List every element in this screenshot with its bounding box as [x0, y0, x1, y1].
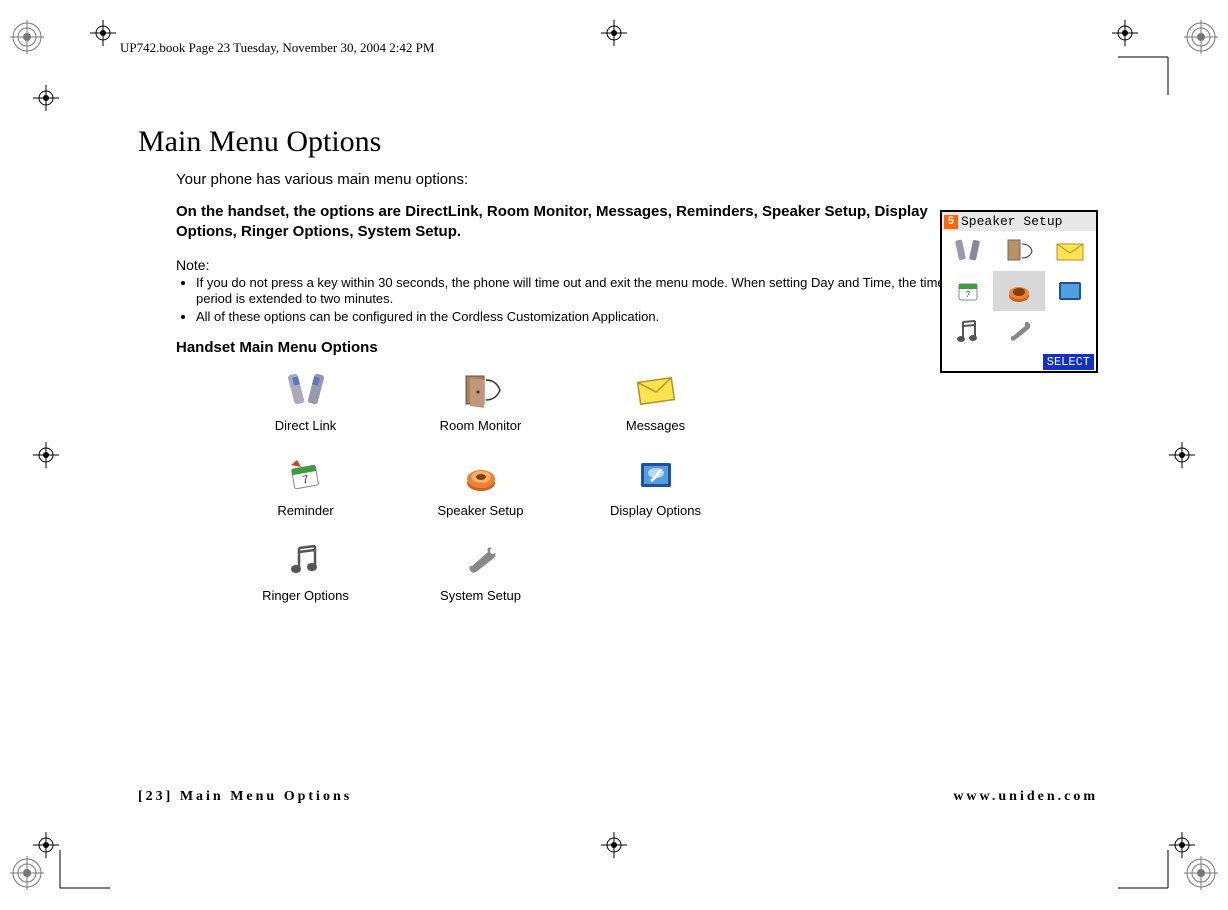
envelope-icon — [568, 366, 743, 414]
page-header-info: UP742.book Page 23 Tuesday, November 30,… — [120, 40, 434, 56]
menu-item-system-setup: System Setup — [393, 536, 568, 603]
page-title: Main Menu Options — [138, 125, 1098, 159]
menu-item-room-monitor: Room Monitor — [393, 366, 568, 433]
screen-icon-music — [942, 311, 993, 351]
music-note-icon — [218, 536, 393, 584]
crop-corner-icon — [1118, 55, 1178, 100]
page-content: Main Menu Options Your phone has various… — [138, 125, 1098, 621]
menu-item-reminder: 7 Reminder — [218, 451, 393, 518]
menu-label: Messages — [626, 418, 685, 433]
handset-options-text: On the handset, the options are DirectLi… — [176, 202, 956, 243]
screen-icon-empty — [1045, 311, 1096, 351]
calendar-icon: 7 — [218, 451, 393, 499]
crop-mark-icon — [1184, 856, 1218, 890]
menu-item-display-options: Display Options — [568, 451, 743, 518]
menu-item-speaker-setup: Speaker Setup — [393, 451, 568, 518]
page-footer: [23] Main Menu Options www.uniden.com — [138, 789, 1098, 805]
register-mark-icon — [601, 20, 627, 46]
screen-icon-door — [993, 231, 1044, 271]
screen-icon-phones — [942, 231, 993, 271]
crop-mark-icon — [1184, 20, 1218, 54]
register-mark-icon — [90, 20, 116, 46]
screen-title: Speaker Setup — [961, 214, 1062, 229]
crop-mark-icon — [10, 20, 44, 54]
phones-icon — [218, 366, 393, 414]
wrench-icon — [393, 536, 568, 584]
menu-label: Display Options — [610, 503, 701, 518]
screen-icon-display — [1045, 271, 1096, 311]
notes-list: If you do not press a key within 30 seco… — [176, 275, 976, 326]
crop-corner-icon — [1118, 850, 1178, 895]
screen-icon-calendar: 7 — [942, 271, 993, 311]
door-icon — [393, 366, 568, 414]
menu-label: Direct Link — [275, 418, 336, 433]
select-softkey: SELECT — [1043, 354, 1094, 370]
menu-item-messages: Messages — [568, 366, 743, 433]
footer-left: [23] Main Menu Options — [138, 789, 352, 805]
menu-label: Reminder — [277, 503, 333, 518]
register-mark-icon — [33, 442, 59, 468]
register-mark-icon — [33, 85, 59, 111]
crop-corner-icon — [50, 850, 110, 895]
menu-item-ringer-options: Ringer Options — [218, 536, 393, 603]
crop-mark-icon — [10, 856, 44, 890]
menu-index-badge: 5 — [944, 215, 958, 229]
menu-label: Room Monitor — [440, 418, 522, 433]
intro-text: Your phone has various main menu options… — [176, 171, 1098, 188]
svg-text:7: 7 — [966, 290, 970, 299]
register-mark-icon — [601, 832, 627, 858]
menu-label: Speaker Setup — [437, 503, 523, 518]
menu-icon-grid: Direct Link Room Monitor Messages 7 Remi… — [218, 366, 1098, 603]
screen-icon-speaker-selected — [993, 271, 1044, 311]
handset-screen-preview: 5 Speaker Setup 7 SELECT — [940, 210, 1098, 373]
screen-icon-envelope — [1045, 231, 1096, 271]
note-item: All of these options can be configured i… — [196, 309, 976, 325]
display-icon — [568, 451, 743, 499]
menu-item-direct-link: Direct Link — [218, 366, 393, 433]
note-item: If you do not press a key within 30 seco… — [196, 275, 976, 308]
register-mark-icon — [1112, 20, 1138, 46]
register-mark-icon — [1169, 442, 1195, 468]
footer-right: www.uniden.com — [953, 789, 1098, 805]
menu-label: Ringer Options — [262, 588, 349, 603]
menu-label: System Setup — [440, 588, 521, 603]
screen-icon-wrench — [993, 311, 1044, 351]
speaker-icon — [393, 451, 568, 499]
